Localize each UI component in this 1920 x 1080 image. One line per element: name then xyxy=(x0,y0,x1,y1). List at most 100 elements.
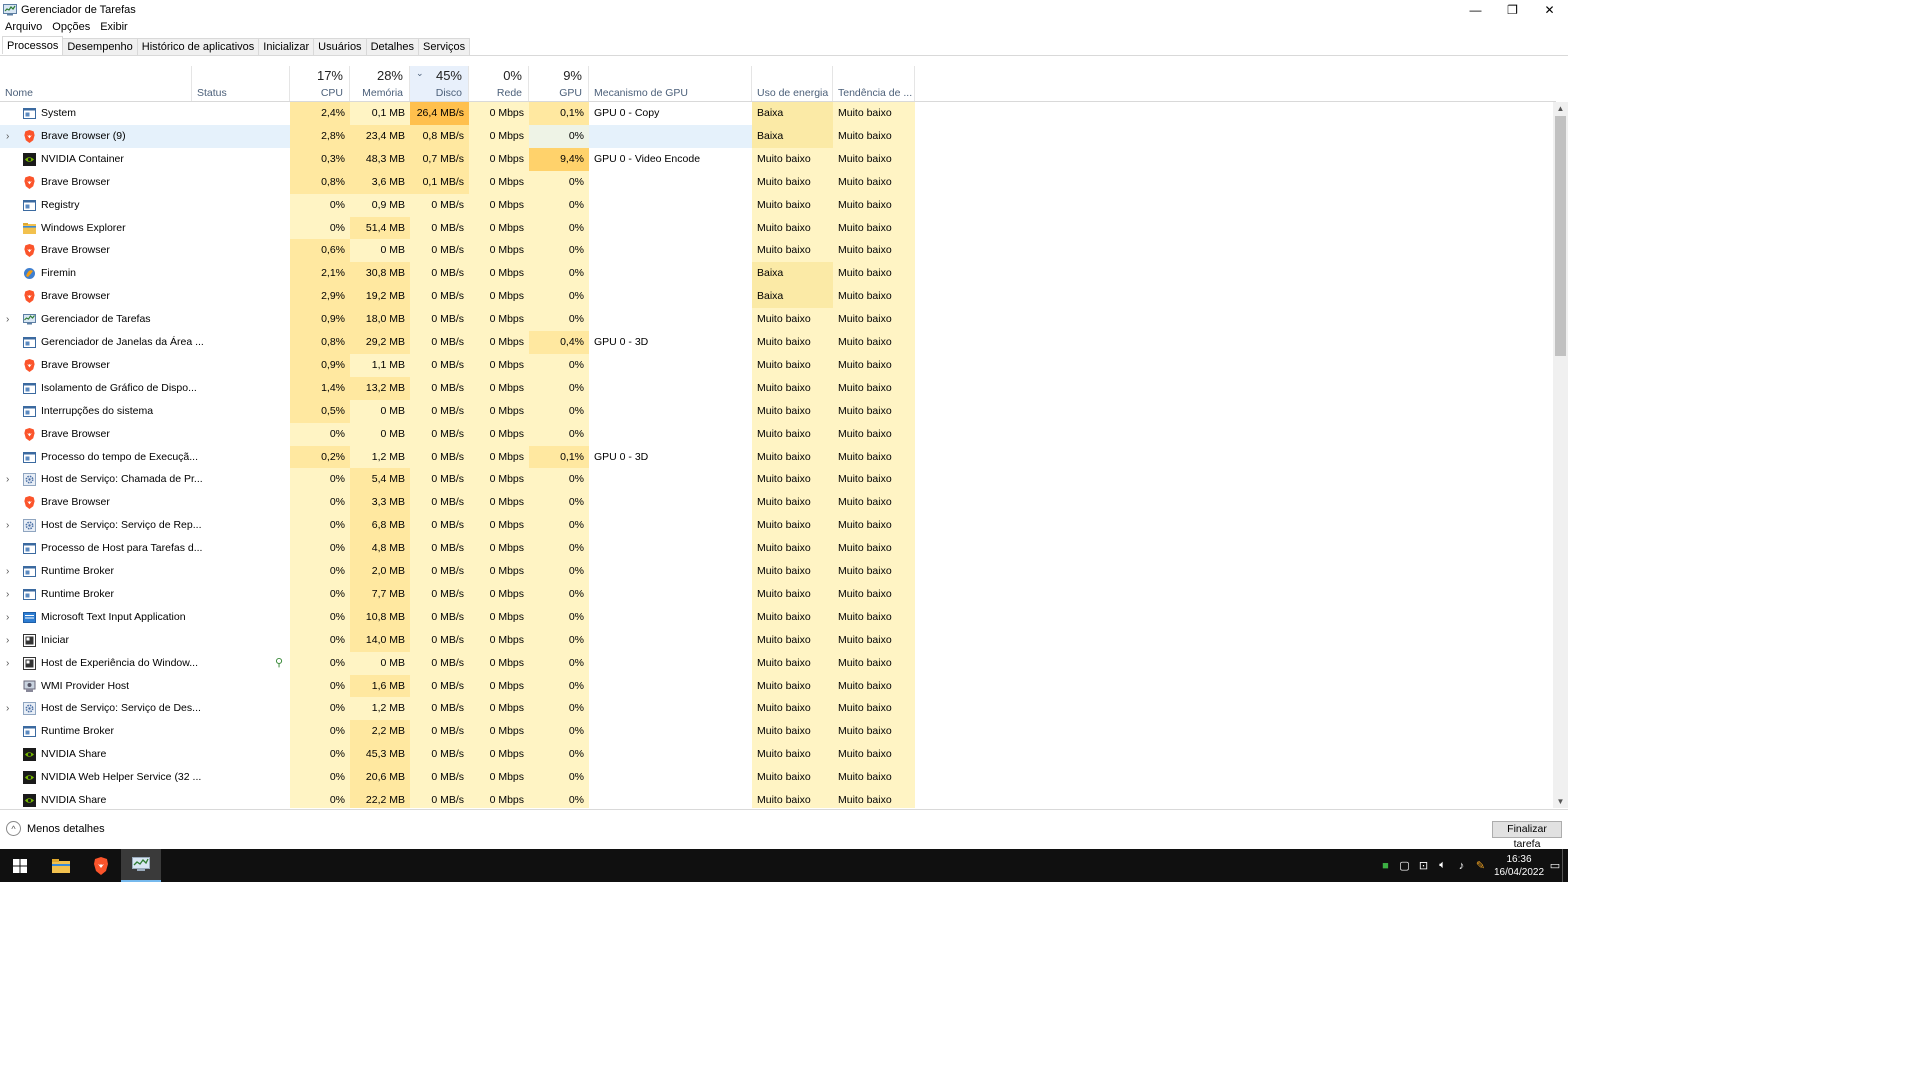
table-row[interactable]: Registry 0% 0,9 MB 0 MB/s 0 Mbps 0% Muito baix… xyxy=(0,193,915,217)
volume-icon[interactable]: 🔈︎ xyxy=(1433,859,1452,872)
table-row[interactable]: › Gerenciador de Tarefas 0,9% 18,0 MB 0 MB/s… xyxy=(0,308,915,332)
expand-chevron-icon[interactable]: › xyxy=(6,560,9,583)
less-details-button[interactable]: ^ Menos detalhes xyxy=(6,821,105,836)
table-row[interactable]: › Brave Browser (9) 2,8% 23,4 MB 0,8 MB/s 0 M… xyxy=(0,124,915,148)
table-row[interactable]: › Runtime Broker 0% 7,7 MB 0 MB/s 0 Mbps 0% Mui… xyxy=(0,582,915,606)
table-row[interactable]: Isolamento de Gráfico de Dispo... 1,4% 13,… xyxy=(0,376,915,400)
col-gpu-engine[interactable]: Mecanismo de GPU xyxy=(589,66,752,102)
end-task-button[interactable]: Finalizar tarefa xyxy=(1492,821,1562,850)
col-disk[interactable]: ⌄ 45% Disco xyxy=(410,66,469,102)
table-row[interactable]: Windows Explorer 0% 51,4 MB 0 MB/s 0 Mbps 0% M… xyxy=(0,216,915,240)
menu-opcoes[interactable]: Opções xyxy=(47,19,95,35)
col-gpu[interactable]: 9% GPU xyxy=(529,66,589,102)
table-row[interactable]: NVIDIA Container 0,3% 48,3 MB 0,7 MB/s 0 Mbp… xyxy=(0,147,915,171)
expand-chevron-icon[interactable]: › xyxy=(6,308,9,331)
process-name: Gerenciador de Tarefas xyxy=(41,313,151,326)
expand-chevron-icon[interactable]: › xyxy=(6,606,9,629)
expand-chevron-icon[interactable]: › xyxy=(6,583,9,606)
start-button[interactable] xyxy=(0,849,40,882)
power-trend-cell: Muito baixo xyxy=(833,537,915,561)
network-icon[interactable]: ⊡ xyxy=(1414,859,1433,872)
minimize-button[interactable]: — xyxy=(1457,0,1494,19)
col-network[interactable]: 0% Rede xyxy=(469,66,529,102)
table-row[interactable]: System 2,4% 0,1 MB 26,4 MB/s 0 Mbps 0,1% GPU 0… xyxy=(0,102,915,125)
power-cell: Muito baixo xyxy=(752,216,833,240)
table-row[interactable]: Brave Browser 0,9% 1,1 MB 0 MB/s 0 Mbps 0% Mui… xyxy=(0,353,915,377)
expand-chevron-icon[interactable]: › xyxy=(6,514,9,537)
table-row[interactable]: › Microsoft Text Input Application 0% 10,8 … xyxy=(0,605,915,629)
menu-exibir[interactable]: Exibir xyxy=(95,19,133,35)
table-row[interactable]: Processo do tempo de Execuçã... 0,2% 1,2 M… xyxy=(0,445,915,469)
clock[interactable]: 16:36 16/04/2022 xyxy=(1490,853,1548,879)
table-row[interactable]: › Host de Serviço: Serviço de Rep... 0% 6,8… xyxy=(0,514,915,538)
table-row[interactable]: › Runtime Broker 0% 2,0 MB 0 MB/s 0 Mbps 0% Mui… xyxy=(0,560,915,583)
tab-historico[interactable]: Histórico de aplicativos xyxy=(136,38,260,56)
table-row[interactable]: Gerenciador de Janelas da Área ... 0,8% 29… xyxy=(0,331,915,354)
tab-detalhes[interactable]: Detalhes xyxy=(365,38,419,56)
table-row[interactable]: Brave Browser 0,6% 0 MB 0 MB/s 0 Mbps 0% Muito… xyxy=(0,239,915,263)
col-name[interactable]: Nome xyxy=(0,66,192,102)
memory-cell: 7,7 MB xyxy=(350,582,410,606)
menu-arquivo[interactable]: Arquivo xyxy=(0,19,47,35)
table-row[interactable]: NVIDIA Share 0% 45,3 MB 0 MB/s 0 Mbps 0% Muito… xyxy=(0,743,915,767)
notification-tray-icon[interactable]: ▢ xyxy=(1395,859,1414,872)
tab-processos[interactable]: Processos xyxy=(2,36,64,54)
expand-chevron-icon[interactable]: › xyxy=(6,652,9,675)
memory-cell: 0,1 MB xyxy=(350,102,410,125)
table-row[interactable]: Firemin 2,1% 30,8 MB 0 MB/s 0 Mbps 0% Baixa Mui… xyxy=(0,262,915,286)
col-power-trend[interactable]: Tendência de ... xyxy=(833,66,915,102)
restore-button[interactable]: ❐ xyxy=(1494,0,1531,19)
table-row[interactable]: Interrupções do sistema 0,5% 0 MB 0 MB/s 0 M… xyxy=(0,399,915,423)
table-row[interactable]: NVIDIA Share 0% 22,2 MB 0 MB/s 0 Mbps 0% Muito… xyxy=(0,789,915,808)
network-cell: 0 Mbps xyxy=(469,353,529,377)
taskbar-brave[interactable] xyxy=(81,849,121,882)
power-trend-cell: Muito baixo xyxy=(833,720,915,744)
table-row[interactable]: Brave Browser 0,8% 3,6 MB 0,1 MB/s 0 Mbps 0% M… xyxy=(0,170,915,194)
close-button[interactable]: ✕ xyxy=(1531,0,1568,19)
disk-cell: 0 MB/s xyxy=(410,239,469,263)
table-row[interactable]: Brave Browser 2,9% 19,2 MB 0 MB/s 0 Mbps 0% Ba… xyxy=(0,285,915,309)
disk-cell: 0 MB/s xyxy=(410,697,469,721)
disk-cell: 0 MB/s xyxy=(410,353,469,377)
scroll-up-icon[interactable]: ▲ xyxy=(1553,102,1568,115)
microphone-icon[interactable]: ♪ xyxy=(1452,860,1471,872)
table-row[interactable]: Brave Browser 0% 3,3 MB 0 MB/s 0 Mbps 0% Muito… xyxy=(0,491,915,515)
gpu-cell: 0% xyxy=(529,468,589,492)
table-row[interactable]: › Iniciar 0% 14,0 MB 0 MB/s 0 Mbps 0% Muito bai… xyxy=(0,628,915,652)
expand-chevron-icon[interactable]: › xyxy=(6,697,9,720)
scrollbar-thumb[interactable] xyxy=(1555,116,1566,356)
expand-chevron-icon[interactable]: › xyxy=(6,468,9,491)
table-row[interactable]: NVIDIA Web Helper Service (32 ... 0% 20,6 … xyxy=(0,766,915,790)
gpu-engine-cell xyxy=(589,789,752,808)
expand-chevron-icon[interactable]: › xyxy=(6,125,9,148)
tab-inicializar[interactable]: Inicializar xyxy=(258,38,315,56)
table-row[interactable]: Runtime Broker 0% 2,2 MB 0 MB/s 0 Mbps 0% Muit… xyxy=(0,720,915,744)
col-memory[interactable]: 28% Memória xyxy=(350,66,410,102)
table-row[interactable]: WMI Provider Host 0% 1,6 MB 0 MB/s 0 Mbps 0% M… xyxy=(0,674,915,698)
table-row[interactable]: › Host de Serviço: Chamada de Pr... 0% 5,4 … xyxy=(0,468,915,492)
network-cell: 0 Mbps xyxy=(469,789,529,808)
brave-icon xyxy=(23,427,36,441)
show-desktop-button[interactable] xyxy=(1562,849,1568,882)
windows-logo-icon xyxy=(13,858,27,873)
table-row[interactable]: Processo de Host para Tarefas d... 0% 4,8 … xyxy=(0,537,915,561)
table-row[interactable]: › Host de Serviço: Serviço de Des... 0% 1,2… xyxy=(0,697,915,721)
col-status[interactable]: Status xyxy=(192,66,290,102)
action-center-icon[interactable]: ▭ xyxy=(1548,859,1562,872)
nvidia-tray-icon[interactable]: ■ xyxy=(1376,860,1395,872)
process-name: Isolamento de Gráfico de Dispo... xyxy=(41,381,197,394)
firemin-tray-icon[interactable]: ✎ xyxy=(1471,859,1490,872)
col-power[interactable]: Uso de energia xyxy=(752,66,833,102)
taskbar-file-explorer[interactable] xyxy=(41,849,81,882)
tab-usuarios[interactable]: Usuários xyxy=(313,38,367,56)
expand-chevron-icon[interactable]: › xyxy=(6,629,9,652)
table-row[interactable]: › Host de Experiência do Window... ⚲ 0% 0 MB… xyxy=(0,651,915,675)
taskbar-task-manager[interactable] xyxy=(121,849,161,882)
table-row[interactable]: Brave Browser 0% 0 MB 0 MB/s 0 Mbps 0% Muito b… xyxy=(0,422,915,446)
tab-servicos[interactable]: Serviços xyxy=(417,38,471,56)
vertical-scrollbar[interactable]: ▲ ▼ xyxy=(1553,102,1568,808)
tab-desempenho[interactable]: Desempenho xyxy=(62,38,138,56)
system-icon xyxy=(23,542,36,555)
col-cpu[interactable]: 17% CPU xyxy=(290,66,350,102)
scroll-down-icon[interactable]: ▼ xyxy=(1553,795,1568,808)
